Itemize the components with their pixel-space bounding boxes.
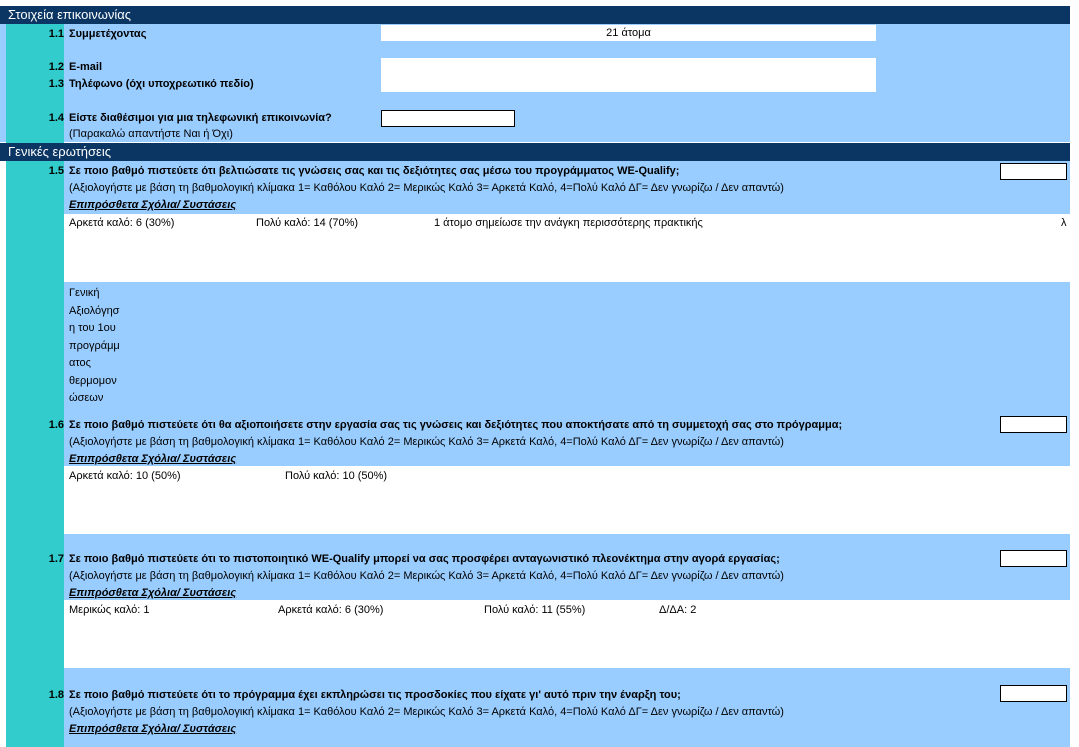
rating-answer-field[interactable]: [1000, 163, 1067, 180]
question-number: 1.2: [48, 61, 64, 73]
answer-summary: Αρκετά καλό: 6 (30%): [278, 604, 384, 616]
side-note-line: θερμομον: [69, 374, 117, 387]
question-text: Σε ποιο βαθμό πιστεύετε ότι το πιστοποιη…: [69, 553, 780, 565]
question-number: 1.4: [48, 112, 64, 124]
participants-field[interactable]: 21 άτομα: [381, 25, 876, 41]
question-text: Σε ποιο βαθμό πιστεύετε ότι βελτιώσατε τ…: [69, 165, 680, 177]
phone-availability-label: Είστε διαθέσιμοι για μια τηλεφωνική επικ…: [69, 112, 332, 124]
participants-value: 21 άτομα: [606, 27, 651, 39]
answer-summary: Αρκετά καλό: 10 (50%): [69, 470, 181, 482]
additional-comments-label: Επιπρόσθετα Σχόλια/ Συστάσεις: [69, 587, 237, 599]
side-note-line: ατος: [69, 357, 91, 369]
rating-scale-hint: (Αξιολογήστε με βάση τη βαθμολογική κλίμ…: [69, 182, 784, 194]
question-number: 1.3: [48, 78, 64, 90]
phone-availability-answer-field[interactable]: [381, 110, 515, 127]
phone-label: Τηλέφωνο (όχι υποχρεωτικό πεδίο): [69, 78, 254, 90]
question-number: 1.6: [48, 419, 64, 431]
rating-scale-hint: (Αξιολογήστε με βάση τη βαθμολογική κλίμ…: [69, 436, 784, 448]
section-header-contact: Στοιχεία επικοινωνίας: [0, 6, 1070, 24]
question-number: 1.1: [48, 28, 64, 40]
rating-scale-hint: (Αξιολογήστε με βάση τη βαθμολογική κλίμ…: [69, 570, 784, 582]
row-indicator-column: [6, 24, 64, 747]
side-note-line: η του 1ου: [69, 322, 116, 334]
additional-comments-label: Επιπρόσθετα Σχόλια/ Συστάσεις: [69, 453, 237, 465]
question-text: Σε ποιο βαθμό πιστεύετε ότι το πρόγραμμα…: [69, 689, 681, 701]
side-note: Γενική Αξιολόγησ η του 1ου προγράμμ ατος…: [69, 285, 120, 408]
side-note-line: ώσεων: [69, 392, 104, 404]
rating-answer-field[interactable]: [1000, 550, 1067, 567]
side-note-line: προγράμμ: [69, 339, 120, 352]
email-phone-field[interactable]: [381, 58, 876, 92]
answer-summary: Πολύ καλό: 10 (50%): [285, 470, 388, 482]
email-label: E-mail: [69, 61, 103, 73]
rating-answer-field[interactable]: [1000, 685, 1067, 702]
comments-area[interactable]: [64, 466, 1070, 534]
answer-summary: Αρκετά καλό: 6 (30%): [69, 217, 175, 229]
participants-label: Συμμετέχοντας: [69, 28, 147, 40]
notes-block: [64, 282, 1070, 414]
question-text: Σε ποιο βαθμό πιστεύετε ότι θα αξιοποιήσ…: [69, 419, 843, 431]
question-number: 1.5: [48, 165, 64, 177]
answer-summary: Μερικώς καλό: 1: [69, 604, 150, 616]
phone-availability-hint: (Παρακαλώ απαντήστε Ναι ή Όχι): [69, 128, 233, 140]
section-title: Στοιχεία επικοινωνίας: [8, 7, 132, 22]
additional-comments-label: Επιπρόσθετα Σχόλια/ Συστάσεις: [69, 199, 237, 211]
additional-comments-label: Επιπρόσθετα Σχόλια/ Συστάσεις: [69, 723, 237, 735]
question-number: 1.7: [48, 553, 64, 565]
answer-summary: λ: [1061, 217, 1067, 229]
answer-summary: Πολύ καλό: 11 (55%): [484, 604, 586, 616]
section-title: Γενικές ερωτήσεις: [8, 144, 112, 159]
answer-summary: 1 άτομο σημείωσε την ανάγκη περισσότερης…: [434, 217, 703, 229]
section-header-general: Γενικές ερωτήσεις: [0, 143, 1070, 161]
rating-answer-field[interactable]: [1000, 416, 1067, 433]
question-number: 1.8: [48, 689, 64, 701]
side-note-line: Αξιολόγησ: [69, 304, 120, 317]
side-note-line: Γενική: [69, 287, 100, 299]
rating-scale-hint: (Αξιολογήστε με βάση τη βαθμολογική κλίμ…: [69, 706, 784, 718]
answer-summary: Πολύ καλό: 14 (70%): [256, 217, 359, 229]
answer-summary: Δ/ΔΑ: 2: [659, 604, 697, 616]
